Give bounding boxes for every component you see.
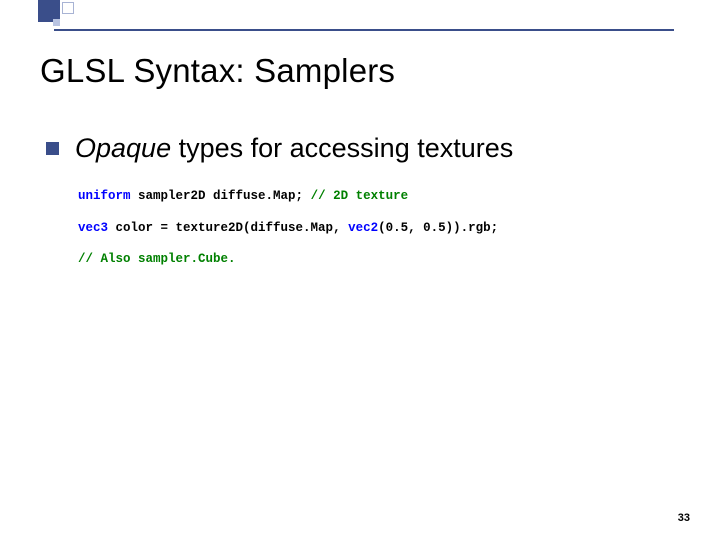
code-text: D diffuse.Map; (198, 189, 311, 203)
page-number: 33 (678, 512, 690, 524)
comment-part: // 2 (311, 189, 341, 203)
code-block: uniform sampler2D diffuse.Map; // 2D tex… (78, 188, 680, 269)
comment-part: D texture (341, 189, 409, 203)
bullet-item: Opaque types for accessing textures (46, 132, 680, 164)
deco-square-small (53, 19, 60, 26)
code-line-2: vec3 color = texture2D(diffuse.Map, vec2… (78, 220, 680, 238)
bullet-text: Opaque types for accessing textures (75, 132, 513, 164)
fn-texture2: texture2 (176, 221, 236, 235)
code-line-1: uniform sampler2D diffuse.Map; // 2D tex… (78, 188, 680, 206)
deco-rule (54, 29, 674, 31)
bullet-square-icon (46, 142, 59, 155)
slide-content: GLSL Syntax: Samplers Opaque types for a… (40, 52, 680, 283)
code-text: rgb; (468, 221, 498, 235)
code-text: sampler2 (131, 189, 199, 203)
kw-vec3: vec3 (78, 221, 108, 235)
slide-corner-decoration (0, 0, 120, 30)
kw-vec2: vec2 (348, 221, 378, 235)
kw-uniform: uniform (78, 189, 131, 203)
code-line-3: // Also sampler.Cube. (78, 251, 680, 269)
slide-title: GLSL Syntax: Samplers (40, 52, 680, 90)
code-text: color = (108, 221, 176, 235)
comment-line: // Also sampler.Cube. (78, 252, 236, 266)
code-text: D(diffuse.Map, (236, 221, 349, 235)
code-text: (0.5, 0.5)). (378, 221, 468, 235)
bullet-opaque-word: Opaque (75, 133, 171, 163)
deco-square-outline (62, 2, 74, 14)
bullet-rest: types for accessing textures (171, 133, 513, 163)
